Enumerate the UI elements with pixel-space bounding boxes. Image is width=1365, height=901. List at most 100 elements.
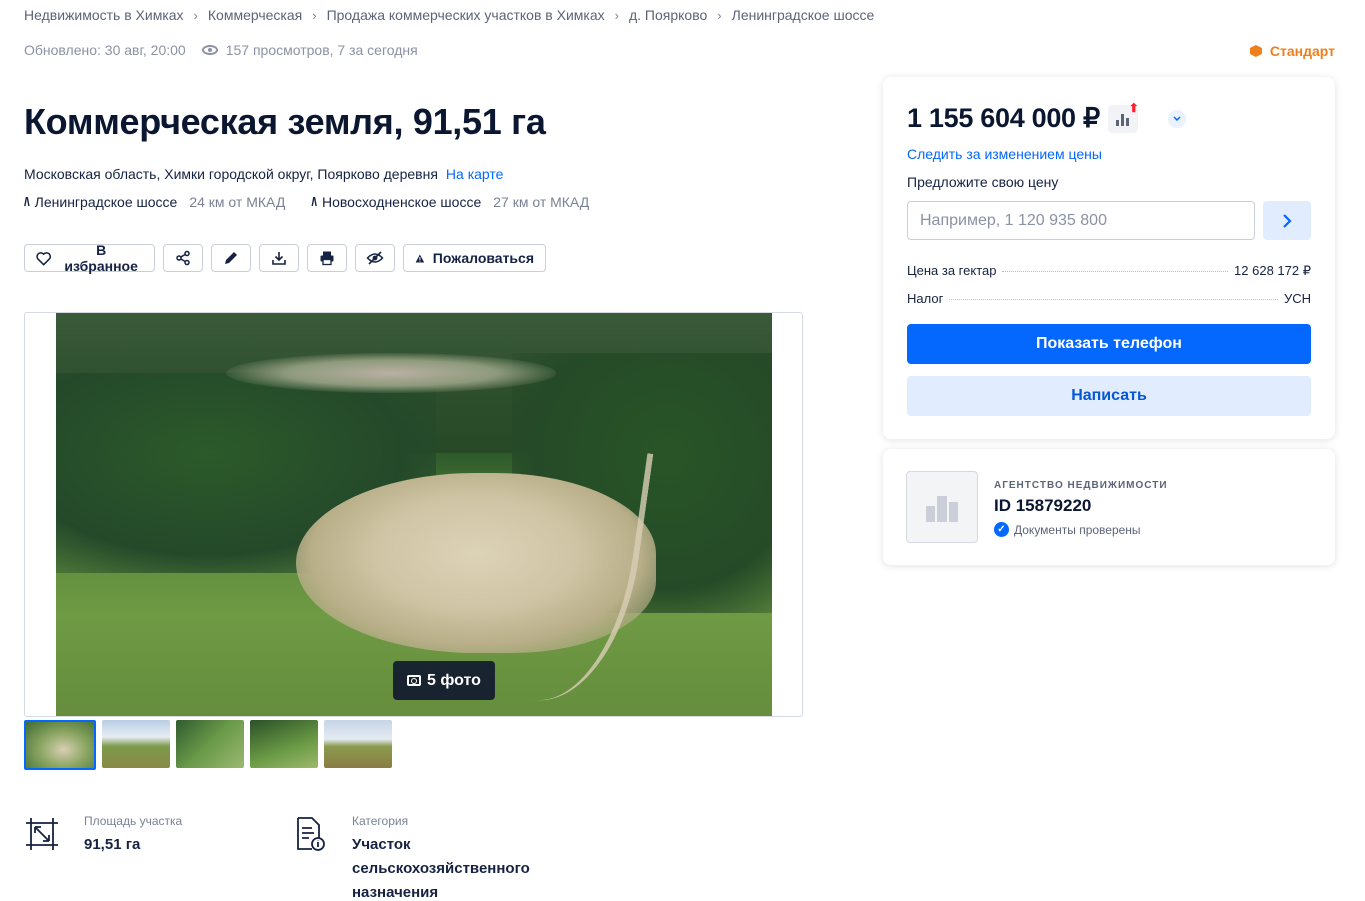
breadcrumb-item-land-sale[interactable]: Продажа коммерческих участков в Химках [327,7,605,23]
views-counter: 157 просмотров, 7 за сегодня [201,42,418,58]
photo-count-label: 5 фото [427,671,481,689]
row-key: Налог [907,291,944,306]
breadcrumb-item-leningradskoe[interactable]: Ленинградское шоссе [732,7,875,23]
building-icon [926,496,958,522]
highway-distance: 24 км от МКАД [189,194,286,210]
thumbnail-3[interactable] [176,720,244,768]
chevron-right-icon: › [717,7,722,23]
chevron-right-icon: › [193,7,198,23]
area-resize-icon [26,818,58,850]
agency-type: АГЕНТСТВО НЕДВИЖИМОСТИ [994,480,1168,491]
map-link[interactable]: На карте [446,166,504,182]
row-value: 12 628 172 ₽ [1234,263,1311,278]
feature-label: Площадь участка [84,814,183,828]
print-button[interactable] [307,244,347,272]
bar-chart-icon [1116,119,1120,126]
feature-area: Площадь участка 91,51 га [24,814,182,857]
hexagon-icon [1249,45,1262,57]
share-icon [176,250,190,266]
photo-village [226,353,556,393]
bar-chart-icon [1121,113,1125,126]
complain-button[interactable]: Пожаловаться [403,244,546,272]
address: Московская область, Химки городской окру… [24,166,503,182]
chevron-right-icon: › [614,7,619,23]
action-bar: В избранное Пожаловаться [24,242,554,274]
submit-offer-button[interactable] [1263,201,1311,240]
updated-date: Обновлено: 30 авг, 20:00 [24,42,186,58]
verified-badge: ✓ Документы проверены [994,522,1141,537]
listing-meta: Обновлено: 30 авг, 20:00 157 просмотров,… [24,42,418,58]
feature-value-line: назначения [352,884,439,901]
breadcrumb-item-poyarkovo[interactable]: д. Поярково [629,7,707,23]
feature-label: Категория [352,814,409,828]
breadcrumb-item-khimki[interactable]: Недвижимость в Химках [24,7,184,23]
price-row: 1 155 604 000 ₽ ⬆ [907,101,1186,134]
highway-item[interactable]: /\ Ленинградское шоссе 24 км от МКАД [24,194,285,210]
page-title: Коммерческая земля, 91,51 га [24,101,546,142]
verified-check-icon: ✓ [994,522,1009,537]
favorite-button[interactable]: В избранное [24,242,155,274]
show-phone-button[interactable]: Показать телефон [907,324,1311,364]
highway-name: Ленинградское шоссе [34,194,178,210]
price-value: 1 155 604 000 ₽ [907,103,1100,133]
feature-value-line: сельскохозяйственного [352,860,530,877]
highway-distance: 27 км от МКАД [493,194,590,210]
feature-value-line: Участок [352,836,411,853]
printer-icon [320,251,334,266]
road-icon: /\ [311,195,317,209]
eye-icon [201,45,218,55]
agency-id[interactable]: ID 15879220 [994,496,1091,516]
dotted-leader [949,299,1278,300]
eye-crossed-icon [366,251,384,265]
road-icon: /\ [24,195,30,209]
tariff-label: Стандарт [1269,43,1335,59]
highway-name: Новосходненское шоссе [321,194,482,210]
feature-category: Категория Участок сельскохозяйственного … [292,814,530,901]
tariff-badge[interactable]: Стандарт [1249,43,1335,59]
thumbnail-1[interactable] [24,720,96,770]
offer-price-input[interactable] [907,201,1255,240]
verified-text: Документы проверены [1014,522,1141,537]
price-card: 1 155 604 000 ₽ ⬆ Следить за изменением … [883,77,1335,439]
share-button[interactable] [163,244,203,272]
offer-label: Предложите свою цену [907,174,1059,190]
edit-note-button[interactable] [211,244,251,272]
heart-icon [36,251,52,265]
thumbnail-2[interactable] [102,720,170,768]
write-message-button[interactable]: Написать [907,376,1311,416]
hide-listing-button[interactable] [355,244,395,272]
price-details-toggle[interactable] [1167,109,1186,128]
tax-row: Налог УСН [907,291,1311,306]
price-per-hectare-row: Цена за гектар 12 628 172 ₽ [907,263,1311,279]
camera-icon [407,675,422,686]
download-icon [272,252,286,265]
document-icon [297,817,325,851]
dotted-leader [1002,271,1229,272]
photo-gallery[interactable]: 5 фото [24,312,803,717]
bar-chart-icon [1126,117,1130,126]
address-text: Московская область, Химки городской окру… [24,166,438,182]
agency-logo [906,471,978,543]
row-value: УСН [1283,291,1311,306]
follow-price-link[interactable]: Следить за изменением цены [907,146,1102,162]
highways: /\ Ленинградское шоссе 24 км от МКАД /\ … [24,194,615,210]
download-button[interactable] [259,244,299,272]
pencil-icon [225,252,237,264]
chevron-right-icon [1283,213,1292,228]
complain-label: Пожаловаться [432,250,534,266]
breadcrumb-item-commercial[interactable]: Коммерческая [208,7,302,23]
feature-value: 91,51 га [84,836,141,853]
thumbnail-4[interactable] [250,720,318,768]
thumbnail-5[interactable] [324,720,392,768]
views-text: 157 просмотров, 7 за сегодня [225,42,418,58]
photo-count-button[interactable]: 5 фото [393,661,495,700]
agency-card[interactable]: АГЕНТСТВО НЕДВИЖИМОСТИ ID 15879220 ✓ Док… [883,449,1335,565]
highway-item[interactable]: /\ Новосходненское шоссе 27 км от МКАД [311,194,589,210]
chevron-down-icon [1173,115,1181,121]
breadcrumb: Недвижимость в Химках › Коммерческая › П… [24,7,874,23]
warning-icon [415,254,425,262]
main-photo[interactable]: 5 фото [56,313,772,716]
chevron-right-icon: › [312,7,317,23]
price-history-button[interactable]: ⬆ [1107,101,1139,133]
row-key: Цена за гектар [907,263,997,278]
